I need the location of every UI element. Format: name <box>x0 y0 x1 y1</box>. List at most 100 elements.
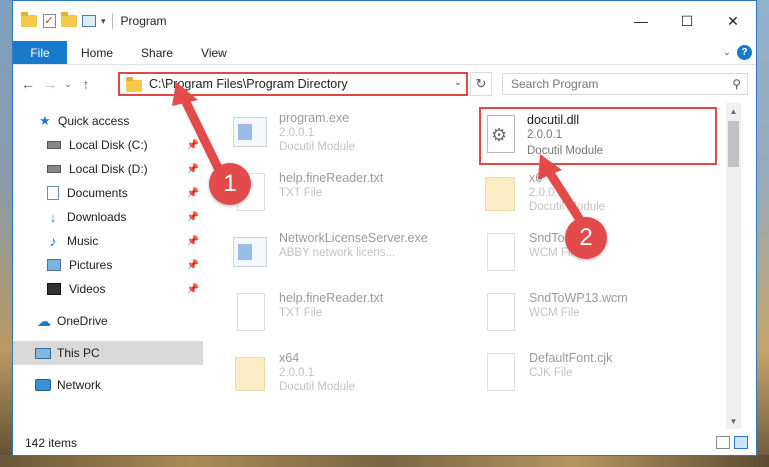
scroll-up-arrow-icon[interactable]: ▲ <box>726 103 741 119</box>
explorer-body: ★ Quick access Local Disk (C:) 📌 Local D… <box>13 103 756 429</box>
details-view-icon[interactable] <box>716 436 730 449</box>
pin-icon[interactable]: 📌 <box>187 284 199 295</box>
address-path[interactable]: C:\Program Files\Program Directory <box>149 77 348 91</box>
scrollbar-thumb[interactable] <box>728 121 739 167</box>
scroll-down-arrow-icon[interactable]: ▼ <box>726 413 741 429</box>
refresh-button[interactable]: ↻ <box>470 72 492 96</box>
file-name: program.exe <box>279 111 350 125</box>
help-icon[interactable]: ? <box>737 45 752 60</box>
back-arrow-icon[interactable]: ← <box>17 73 39 95</box>
sidebar-item-music[interactable]: ♪ Music 📌 <box>13 229 203 253</box>
search-box[interactable]: ⚲ <box>502 73 748 95</box>
search-icon[interactable]: ⚲ <box>732 77 741 91</box>
star-icon: ★ <box>39 113 51 128</box>
callout-step-1: 1 <box>209 163 251 205</box>
callout-step-2: 2 <box>565 217 607 259</box>
status-bar: 142 items <box>13 431 756 455</box>
desktop-background-left <box>0 0 12 467</box>
pin-icon[interactable]: 📌 <box>187 260 199 271</box>
folder-icon[interactable] <box>21 12 37 29</box>
file-item[interactable]: DefaultFont.cjk CJK File <box>459 345 699 401</box>
sidebar-item-local-disk-d[interactable]: Local Disk (D:) 📌 <box>13 157 203 181</box>
videos-icon <box>47 283 61 295</box>
address-bar[interactable]: C:\Program Files\Program Directory ⌄ <box>118 72 468 96</box>
sidebar-item-documents[interactable]: Documents 📌 <box>13 181 203 205</box>
ribbon-tabs: File Home Share View ⌄ ? <box>13 41 756 65</box>
sidebar-item-label: Local Disk (D:) <box>69 162 148 176</box>
sidebar-item-quick-access[interactable]: ★ Quick access <box>13 109 203 133</box>
file-item[interactable]: SndToWP13.wcm WCM File <box>459 285 699 341</box>
customize-toolbar-caret-icon[interactable]: ▾ <box>101 16 106 27</box>
quick-access-toolbar: ✓ ▾ <box>13 12 106 29</box>
file-version: 2.0.0.1 <box>279 127 315 139</box>
sidebar-item-onedrive[interactable]: ☁ OneDrive <box>13 309 203 333</box>
file-item[interactable]: program.exe 2.0.0.1 Docutil Module <box>209 105 449 161</box>
vertical-scrollbar[interactable]: ▲ ▼ <box>726 103 741 429</box>
file-version: 2.0.0.1 <box>527 129 563 141</box>
download-icon: ↓ <box>49 209 57 225</box>
documents-icon <box>47 186 59 200</box>
pin-icon[interactable]: 📌 <box>187 140 199 151</box>
forward-arrow-icon[interactable]: → <box>39 73 61 95</box>
pin-icon[interactable]: 📌 <box>187 188 199 199</box>
file-name: SndToWP13.wcm <box>529 291 628 305</box>
tab-share[interactable]: Share <box>127 41 187 64</box>
sidebar-item-label: Pictures <box>69 258 113 272</box>
dll-gear-icon: ⚙ <box>481 115 517 155</box>
properties-icon[interactable] <box>81 13 97 29</box>
sidebar-item-label: Music <box>67 234 99 248</box>
sidebar-item-videos[interactable]: Videos 📌 <box>13 277 203 301</box>
cloud-icon: ☁ <box>37 312 51 329</box>
file-name: help.fineReader.txt <box>279 291 384 305</box>
music-icon: ♪ <box>49 233 57 249</box>
file-explorer-window: ✓ ▾ Program — ☐ ✕ File Home Share View ⌄… <box>12 0 757 456</box>
file-name: NetworkLicenseServer.exe <box>279 231 428 245</box>
ribbon-right-controls: ⌄ ? <box>723 45 752 60</box>
network-icon <box>35 379 51 391</box>
tab-view[interactable]: View <box>187 41 241 64</box>
minimize-button[interactable]: — <box>618 1 664 41</box>
pin-icon[interactable]: 📌 <box>187 212 199 223</box>
file-item[interactable]: x6 2.0.0.1 Docutil Module <box>459 165 699 221</box>
text-file-icon <box>481 293 517 333</box>
file-item[interactable]: help.fineReader.txt TXT File <box>209 285 449 341</box>
sidebar-item-label: Downloads <box>67 210 127 224</box>
file-item-docutil-dll[interactable]: ⚙ docutil.dll 2.0.0.1 Docutil Module <box>479 107 717 165</box>
search-input[interactable] <box>503 77 713 91</box>
sidebar-item-downloads[interactable]: ↓ Downloads 📌 <box>13 205 203 229</box>
title-bar: ✓ ▾ Program — ☐ ✕ <box>13 1 756 41</box>
file-name: docutil.dll <box>527 113 580 127</box>
sidebar-item-local-disk-c[interactable]: Local Disk (C:) 📌 <box>13 133 203 157</box>
pin-icon[interactable]: 📌 <box>187 164 199 175</box>
close-button[interactable]: ✕ <box>710 1 756 41</box>
large-icons-view-icon[interactable] <box>734 436 748 449</box>
up-arrow-icon[interactable]: ↑ <box>75 73 97 95</box>
sidebar-item-network[interactable]: Network <box>13 373 203 397</box>
tab-home[interactable]: Home <box>67 41 127 64</box>
text-file-icon <box>481 353 517 393</box>
properties-check-icon[interactable]: ✓ <box>41 13 57 29</box>
file-type: CJK File <box>529 367 573 379</box>
address-dropdown-chevron-icon[interactable]: ⌄ <box>454 77 462 88</box>
recent-locations-caret-icon[interactable]: ⌄ <box>61 73 75 95</box>
expand-ribbon-chevron-icon[interactable]: ⌄ <box>723 47 731 58</box>
file-description: Docutil Module <box>279 141 356 153</box>
sidebar-item-pictures[interactable]: Pictures 📌 <box>13 253 203 277</box>
sidebar-item-label: Quick access <box>58 114 130 128</box>
file-item[interactable]: x64 2.0.0.1 Docutil Module <box>209 345 449 401</box>
tab-file[interactable]: File <box>13 41 67 64</box>
desktop-background-bottom <box>0 455 769 467</box>
sidebar-item-this-pc[interactable]: This PC <box>13 341 203 365</box>
new-folder-icon[interactable] <box>61 12 77 29</box>
pin-icon[interactable]: 📌 <box>187 236 199 247</box>
window-title: Program <box>120 14 167 28</box>
sidebar-item-label: Network <box>57 378 102 392</box>
file-description: Docutil Module <box>279 381 356 393</box>
file-list: program.exe 2.0.0.1 Docutil Module ⚙ doc… <box>209 103 741 429</box>
file-item[interactable]: NetworkLicenseServer.exe ABBY network li… <box>209 225 449 281</box>
file-description: ABBY network licens... <box>279 247 396 259</box>
desktop-background-right <box>757 0 769 467</box>
folder-file-icon <box>231 353 267 393</box>
folder-file-icon <box>481 173 517 213</box>
maximize-button[interactable]: ☐ <box>664 1 710 41</box>
